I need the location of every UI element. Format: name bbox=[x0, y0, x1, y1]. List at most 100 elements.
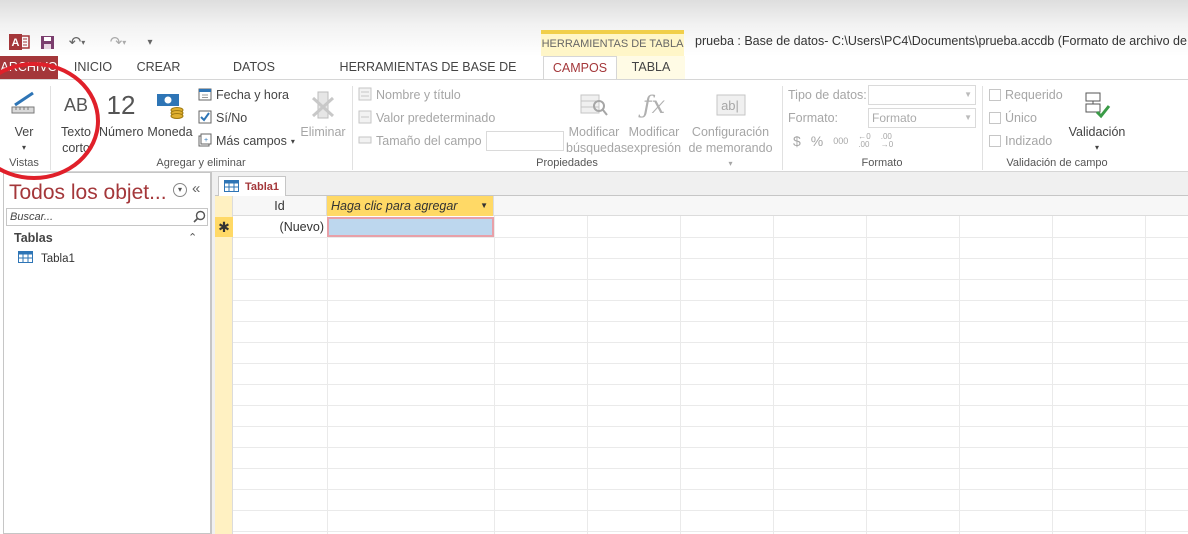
valor-predeterminado-label: Valor predeterminado bbox=[376, 111, 496, 125]
grid-row-line bbox=[233, 279, 1188, 280]
checkbox-icon bbox=[989, 135, 1001, 147]
grid-row-line bbox=[233, 426, 1188, 427]
grid-column-line bbox=[959, 196, 960, 534]
requerido-checkbox[interactable]: Requerido bbox=[989, 85, 1063, 105]
new-record-icon[interactable]: ✱ bbox=[215, 217, 233, 237]
unico-checkbox[interactable]: Único bbox=[989, 108, 1037, 128]
validacion-label: Validación bbox=[1068, 125, 1126, 139]
indizado-checkbox[interactable]: Indizado bbox=[989, 131, 1052, 151]
grid-column-line bbox=[866, 196, 867, 534]
validation-icon bbox=[1066, 86, 1128, 124]
nav-pane-title[interactable]: Todos los objet... bbox=[9, 181, 167, 205]
moneda-button[interactable]: Moneda bbox=[146, 86, 194, 140]
grid-row-line bbox=[233, 510, 1188, 511]
modificar-busquedas-label: Modificar búsquedas bbox=[566, 125, 628, 155]
lookup-icon bbox=[566, 86, 622, 124]
valor-predeterminado-button[interactable]: Valor predeterminado bbox=[358, 108, 495, 128]
format-select-value: Formato bbox=[872, 111, 917, 125]
grid-row-line bbox=[233, 447, 1188, 448]
document-tab-tabla1[interactable]: Tabla1 bbox=[218, 176, 286, 197]
collapse-pane-icon[interactable]: « bbox=[192, 180, 200, 197]
currency-icon bbox=[146, 86, 194, 124]
grid-row-line bbox=[233, 405, 1188, 406]
increase-decimals-icon[interactable]: ←0.00 bbox=[858, 133, 870, 149]
redo-icon[interactable]: ↷ ▾ bbox=[107, 32, 129, 52]
grid-column-line bbox=[680, 196, 681, 534]
tab-tabla[interactable]: TABLA bbox=[617, 56, 685, 79]
texto-corto-button[interactable]: AB Texto corto bbox=[56, 86, 96, 156]
group-label-formato: Formato bbox=[861, 157, 903, 169]
save-icon[interactable] bbox=[38, 32, 56, 52]
access-logo-icon[interactable]: A bbox=[8, 31, 30, 53]
tab-herramientas-base-datos[interactable]: HERRAMIENTAS DE BASE DE DATOS bbox=[325, 56, 531, 97]
grid-row-line bbox=[233, 489, 1188, 490]
grid-row-line bbox=[233, 468, 1188, 469]
customize-qat-icon[interactable]: ▾ bbox=[144, 32, 156, 52]
field-size-icon bbox=[358, 133, 372, 150]
nav-menu-chevron-icon[interactable]: ▾ bbox=[173, 183, 187, 197]
number-format-row: $ % 000 ←0.00 .00 →0 bbox=[793, 131, 893, 151]
datasheet-grid[interactable]: Id Haga clic para agregar ▼ ✱ (Nuevo) bbox=[215, 196, 1188, 534]
decrease-decimals-icon[interactable]: .00 →0 bbox=[881, 133, 893, 149]
grid-row-line bbox=[233, 321, 1188, 322]
quick-access-toolbar: A ↶ ▾ ↷ ▾ ▾ bbox=[0, 30, 540, 54]
tab-datos-externos[interactable]: DATOS EXTERNOS bbox=[198, 56, 310, 97]
grid-column-line bbox=[494, 196, 495, 534]
data-type-select[interactable]: ▼ bbox=[868, 85, 976, 105]
new-record-add-cell[interactable] bbox=[327, 217, 494, 237]
default-value-icon bbox=[358, 110, 372, 127]
numero-button[interactable]: 12 Número bbox=[99, 86, 143, 140]
grid-column-line bbox=[1052, 196, 1053, 534]
numero-label: Número bbox=[99, 125, 144, 139]
nombre-titulo-button[interactable]: Nombre y título bbox=[358, 85, 461, 105]
grid-row-line bbox=[233, 384, 1188, 385]
column-header-row: Id Haga clic para agregar ▼ bbox=[233, 196, 1188, 216]
texto-corto-label: Texto corto bbox=[61, 125, 91, 155]
column-header-id[interactable]: Id bbox=[233, 196, 327, 216]
modificar-busquedas-button[interactable]: Modificar búsquedas bbox=[566, 86, 628, 156]
nav-item-tabla1[interactable]: Tabla1 bbox=[18, 251, 75, 266]
group-label-vistas: Vistas bbox=[9, 157, 39, 169]
grid-column-line bbox=[773, 196, 774, 534]
group-separator bbox=[352, 86, 353, 170]
chevron-down-icon[interactable]: ▼ bbox=[480, 196, 488, 216]
nav-search-input[interactable]: Buscar... bbox=[6, 208, 208, 226]
field-size-input[interactable] bbox=[486, 131, 564, 151]
si-no-button[interactable]: Sí/No bbox=[198, 108, 247, 128]
column-header-add[interactable]: Haga clic para agregar ▼ bbox=[327, 196, 494, 216]
delete-field-icon bbox=[299, 86, 347, 124]
search-icon[interactable] bbox=[193, 210, 206, 226]
collapse-section-icon[interactable]: ⌃ bbox=[188, 231, 197, 244]
tipo-datos-label: Tipo de datos: bbox=[788, 88, 867, 102]
svg-text:+: + bbox=[204, 137, 208, 144]
modificar-expresion-button[interactable]: ƒx Modificar expresión bbox=[626, 86, 682, 156]
new-record-id-cell[interactable]: (Nuevo) bbox=[233, 217, 327, 237]
currency-format-icon[interactable]: $ bbox=[793, 133, 801, 149]
tamano-campo-label: Tamaño del campo bbox=[376, 134, 482, 148]
validacion-button[interactable]: Validación ▾ bbox=[1066, 86, 1128, 156]
checkbox-icon bbox=[989, 112, 1001, 124]
percent-format-icon[interactable]: % bbox=[811, 133, 823, 149]
tab-crear[interactable]: CREAR bbox=[131, 56, 186, 79]
svg-text:A: A bbox=[12, 37, 20, 49]
mas-campos-button[interactable]: + Más campos ▾ bbox=[198, 131, 295, 151]
tab-inicio[interactable]: INICIO bbox=[68, 56, 118, 79]
group-label-validacion: Validación de campo bbox=[1006, 157, 1108, 169]
thousands-format-icon[interactable]: 000 bbox=[833, 136, 848, 146]
formato-label: Formato: bbox=[788, 111, 839, 125]
ribbon-tabs: ARCHIVO INICIO CREAR DATOS EXTERNOS HERR… bbox=[0, 56, 1188, 97]
group-label-agregar-eliminar: Agregar y eliminar bbox=[156, 157, 246, 169]
format-select[interactable]: Formato ▼ bbox=[868, 108, 976, 128]
nav-section-tablas[interactable]: Tablas bbox=[14, 231, 53, 245]
tab-archivo[interactable]: ARCHIVO bbox=[0, 56, 58, 79]
window-title: prueba : Base de datos- C:\Users\PC4\Doc… bbox=[695, 34, 1188, 48]
fecha-hora-button[interactable]: Fecha y hora bbox=[198, 85, 289, 105]
grid-column-line bbox=[327, 196, 328, 534]
tab-campos[interactable]: CAMPOS bbox=[543, 56, 617, 79]
ver-button[interactable]: Ver ▾ bbox=[4, 86, 44, 156]
requerido-label: Requerido bbox=[1005, 88, 1063, 102]
record-selector-column[interactable] bbox=[215, 196, 233, 534]
eliminar-button[interactable]: Eliminar bbox=[299, 86, 347, 140]
chevron-down-icon: ▼ bbox=[964, 90, 972, 99]
undo-icon[interactable]: ↶ ▾ bbox=[66, 32, 88, 52]
